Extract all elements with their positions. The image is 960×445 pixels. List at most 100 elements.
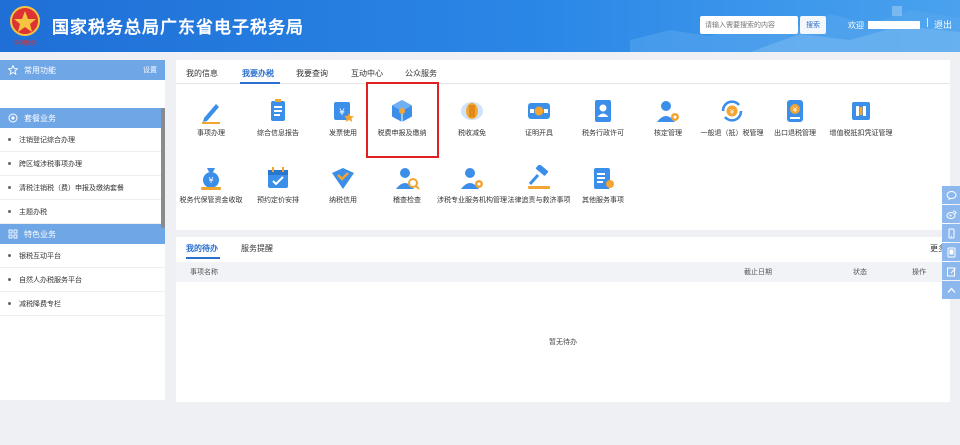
logout-link[interactable]: 退出 — [934, 18, 952, 31]
tablet-button[interactable] — [942, 243, 960, 261]
svg-text:¥: ¥ — [208, 176, 213, 185]
main-tabs: 我的信息 我要办税 我要查询 互动中心 公众服务 — [176, 60, 950, 84]
tab-query[interactable]: 我要查询 — [296, 68, 328, 79]
sidebar-package-header[interactable]: 套餐业务 — [0, 108, 165, 128]
column-action: 操作 — [912, 268, 926, 276]
welcome-text: 欢迎 — [848, 21, 864, 30]
sidebar-item-theme[interactable]: 主题办税 — [0, 200, 165, 224]
tile-label: 一般退（抵）税管理 — [700, 129, 764, 137]
tile-info-report[interactable]: 综合信息报告 — [243, 98, 313, 154]
edit-button[interactable] — [942, 262, 960, 280]
sidebar-item-cancel-registration[interactable]: 注销登记综合办理 — [0, 128, 165, 152]
back-top-icon — [947, 287, 955, 293]
tile-label: 核定管理 — [654, 129, 682, 137]
tile-item-handling[interactable]: 事项办理 — [176, 98, 246, 154]
chat-button[interactable] — [942, 186, 960, 204]
header-separator: | — [926, 18, 930, 28]
voucher-icon — [852, 102, 870, 120]
tab-public-service[interactable]: 公众服务 — [405, 68, 437, 79]
sidebar-special-header[interactable]: 特色业务 — [0, 224, 165, 244]
todo-table-header: 事项名称 截止日期 状态 操作 — [176, 262, 950, 282]
weibo-button[interactable] — [942, 205, 960, 223]
tab-interaction[interactable]: 互动中心 — [351, 68, 383, 79]
tile-vat-voucher[interactable]: 增值税抵扣凭证管理 — [826, 98, 896, 154]
tile-label: 税务行政许可 — [582, 129, 624, 137]
tile-tax-reduction[interactable]: 税收减免 — [437, 98, 507, 154]
tile-other-services[interactable]: 其他服务事项 — [568, 165, 638, 221]
highlight-box — [366, 82, 439, 158]
tax-emblem-icon: 中国税务 — [10, 6, 40, 47]
svg-text:¥: ¥ — [730, 108, 735, 116]
tile-admin-license[interactable]: 税务行政许可 — [568, 98, 638, 154]
tile-pricing-arrangement[interactable]: 预约定价安排 — [243, 165, 313, 221]
star-icon — [8, 65, 18, 75]
search-button[interactable]: 搜索 — [800, 16, 826, 34]
tile-assessment[interactable]: 核定管理 — [633, 98, 703, 154]
chat-icon — [946, 190, 956, 200]
tile-label: 涉税专业服务机构管理 — [437, 196, 507, 204]
tab-my-todo[interactable]: 我的待办 — [186, 243, 218, 254]
tile-legal-remedy[interactable]: 法律追责与救济事项 — [504, 165, 574, 221]
tablet-icon — [947, 247, 955, 257]
todo-empty-text: 暂无待办 — [549, 338, 577, 346]
tile-certificate[interactable]: 证明开具 — [504, 98, 574, 154]
active-tab-underline — [240, 82, 280, 84]
tile-label: 增值税抵扣凭证管理 — [829, 129, 893, 137]
sidebar: 常用功能 设置 套餐业务 注销登记综合办理 跨区域涉税事项办理 清税注销税（费）… — [0, 60, 165, 400]
sidebar-common-header[interactable]: 常用功能 设置 — [0, 60, 165, 80]
svg-text:中国税务: 中国税务 — [13, 39, 37, 47]
tile-agency-management[interactable]: 涉税专业服务机构管理 — [437, 165, 507, 221]
tile-tax-credit[interactable]: 纳税信用 — [308, 165, 378, 221]
sidebar-scrollbar[interactable] — [161, 108, 165, 228]
sidebar-common-empty — [0, 80, 165, 108]
bullet-icon — [8, 302, 11, 305]
sidebar-special-title: 特色业务 — [24, 229, 56, 239]
credit-icon — [332, 168, 354, 189]
sidebar-item-label: 银税互动平台 — [19, 251, 61, 260]
tile-label: 其他服务事项 — [582, 196, 624, 204]
certificate-icon — [528, 103, 550, 119]
column-item-name: 事项名称 — [190, 268, 218, 276]
refund-icon: ¥ — [721, 100, 743, 122]
edit-icon — [946, 267, 956, 276]
column-status: 状态 — [853, 268, 867, 276]
tile-label: 税务代保管资金收取 — [179, 196, 243, 204]
tab-my-info[interactable]: 我的信息 — [186, 68, 218, 79]
tile-label: 税收减免 — [458, 129, 486, 137]
license-icon — [595, 100, 611, 122]
right-float-toolbar — [942, 186, 960, 300]
tile-custody-funds[interactable]: ¥ 税务代保管资金收取 — [176, 165, 246, 221]
sidebar-item-label: 注销登记综合办理 — [19, 135, 75, 144]
bullet-icon — [8, 138, 11, 141]
mobile-button[interactable] — [942, 224, 960, 242]
svg-text:¥: ¥ — [793, 106, 798, 114]
sidebar-item-cross-region[interactable]: 跨区域涉税事项办理 — [0, 152, 165, 176]
tile-inspection[interactable]: 稽查检查 — [372, 165, 442, 221]
search-input[interactable] — [700, 16, 798, 34]
tile-label: 稽查检查 — [393, 196, 421, 204]
tab-service-reminder[interactable]: 服务提醒 — [241, 243, 273, 254]
sidebar-item-label: 清税注销税（费）申报及缴纳套餐 — [19, 183, 124, 192]
tile-label: 综合信息报告 — [257, 129, 299, 137]
invoice-icon: ¥ — [334, 102, 354, 122]
sidebar-setting-link[interactable]: 设置 — [143, 65, 157, 75]
calendar-icon — [268, 167, 288, 188]
mobile-icon — [948, 228, 954, 238]
sidebar-item-label: 主题办税 — [19, 207, 47, 216]
sidebar-item-label: 自然人办税服务平台 — [19, 275, 82, 284]
sidebar-item-tax-clearance[interactable]: 清税注销税（费）申报及缴纳套餐 — [0, 176, 165, 200]
sidebar-item-tax-reduction[interactable]: 减税降费专栏 — [0, 292, 165, 316]
bullet-icon — [8, 210, 11, 213]
bullet-icon — [8, 162, 11, 165]
tile-label: 证明开具 — [525, 129, 553, 137]
layers-icon — [8, 113, 18, 123]
tab-handle-tax[interactable]: 我要办税 — [242, 68, 274, 79]
sidebar-item-bank-tax[interactable]: 银税互动平台 — [0, 244, 165, 268]
grid-icon — [8, 229, 18, 239]
tile-general-refund[interactable]: ¥ 一般退（抵）税管理 — [697, 98, 767, 154]
tile-label: 出口退税管理 — [774, 129, 816, 137]
tile-export-refund[interactable]: ¥ 出口退税管理 — [760, 98, 830, 154]
sidebar-item-natural-person[interactable]: 自然人办税服务平台 — [0, 268, 165, 292]
column-deadline: 截止日期 — [744, 268, 772, 276]
back-top-button[interactable] — [942, 281, 960, 299]
